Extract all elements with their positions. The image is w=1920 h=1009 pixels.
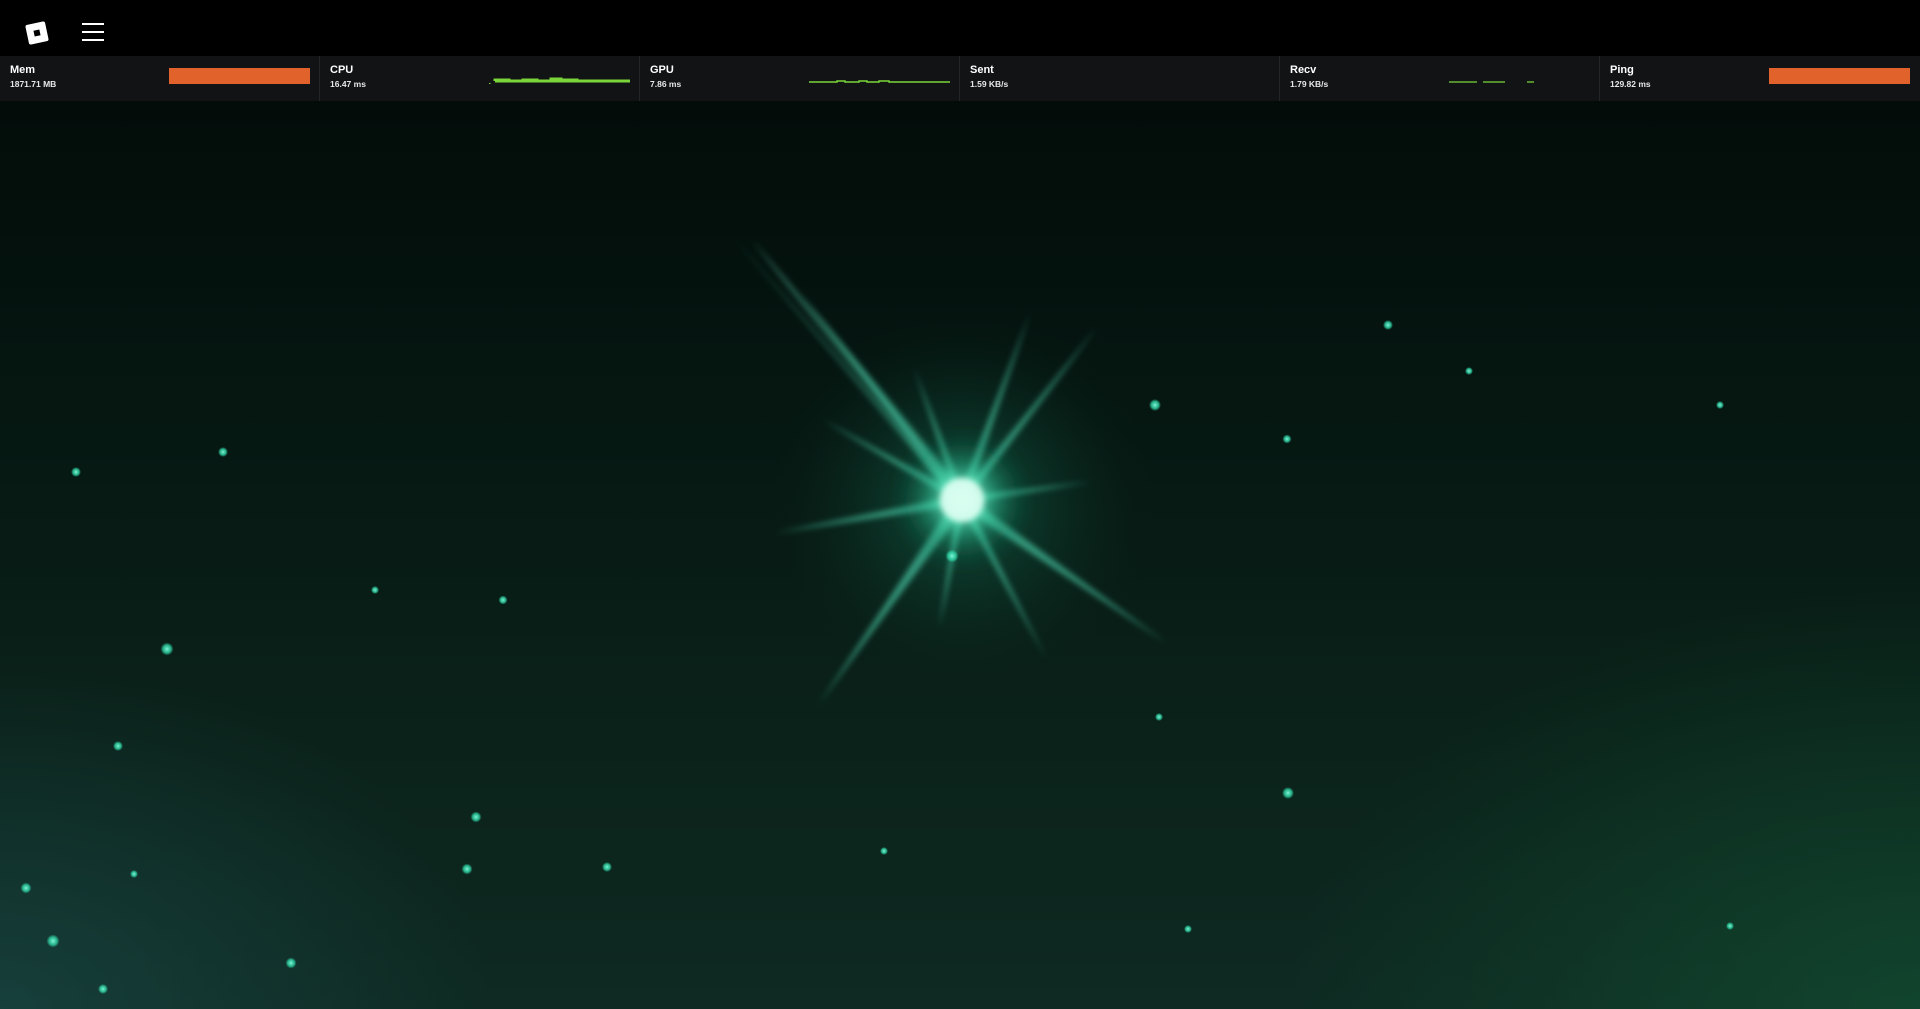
- stat-value: 1.79 KB/s: [1290, 79, 1329, 89]
- particle-dot: [285, 957, 297, 969]
- particle-dot: [218, 447, 228, 457]
- game-viewport[interactable]: [0, 0, 1920, 1009]
- particle-dot: [1149, 399, 1161, 411]
- particle-dot: [880, 847, 888, 855]
- particle-dot: [1184, 925, 1192, 933]
- stat-gpu[interactable]: GPU 7.86 ms: [640, 56, 960, 101]
- stat-label: Mem: [10, 64, 36, 76]
- starfield: [20, 235, 1734, 994]
- stat-sent[interactable]: Sent 1.59 KB/s: [960, 56, 1280, 101]
- stat-value: 129.82 ms: [1610, 79, 1651, 89]
- particle-dot: [945, 549, 959, 563]
- particle-dot: [1716, 401, 1724, 409]
- stat-label: Sent: [970, 64, 994, 76]
- particle-dot: [1282, 434, 1292, 444]
- stat-value: 7.86 ms: [650, 79, 682, 89]
- stat-label: GPU: [650, 64, 674, 76]
- particle-dot: [113, 741, 123, 751]
- particle-dot: [498, 595, 508, 605]
- stat-cpu[interactable]: CPU 16.47 ms: [320, 56, 640, 101]
- particle-dot: [160, 642, 174, 656]
- particle-dot: [20, 882, 32, 894]
- particle-dot: [1465, 367, 1473, 375]
- stat-graph: [1449, 81, 1534, 83]
- particle-dot: [130, 870, 138, 878]
- stat-mem[interactable]: Mem 1871.71 MB: [0, 56, 320, 101]
- stat-value: 1.59 KB/s: [970, 79, 1009, 89]
- stat-label: CPU: [330, 64, 354, 76]
- particle-dot: [1383, 320, 1393, 330]
- performance-stats-bar: Mem 1871.71 MB CPU 16.47 ms GPU 7.86 ms …: [0, 56, 1920, 101]
- particle-dot: [98, 984, 108, 994]
- glow-star: [732, 235, 1167, 705]
- particle-dot: [1282, 787, 1294, 799]
- stat-value: 16.47 ms: [330, 79, 366, 89]
- particle-dot: [602, 862, 612, 872]
- stat-bar: [169, 68, 310, 84]
- particle-dot: [71, 467, 81, 477]
- stat-label: Recv: [1290, 64, 1317, 76]
- top-bar: [0, 0, 1920, 56]
- stat-graph: [809, 80, 950, 83]
- particle-dot: [1155, 713, 1163, 721]
- stat-ping[interactable]: Ping 129.82 ms: [1600, 56, 1920, 101]
- roblox-logo-icon[interactable]: [24, 20, 50, 46]
- particle-dot: [470, 811, 482, 823]
- stat-bar: [1769, 68, 1910, 84]
- stat-graph: [489, 77, 630, 84]
- particle-dot: [461, 863, 473, 875]
- stat-value: 1871.71 MB: [10, 79, 57, 89]
- stat-recv[interactable]: Recv 1.79 KB/s: [1280, 56, 1600, 101]
- particle-dot: [371, 586, 379, 594]
- particle-dot: [1726, 922, 1734, 930]
- particle-dot: [46, 934, 60, 948]
- stat-label: Ping: [1610, 64, 1634, 76]
- hamburger-menu-icon[interactable]: [82, 23, 104, 43]
